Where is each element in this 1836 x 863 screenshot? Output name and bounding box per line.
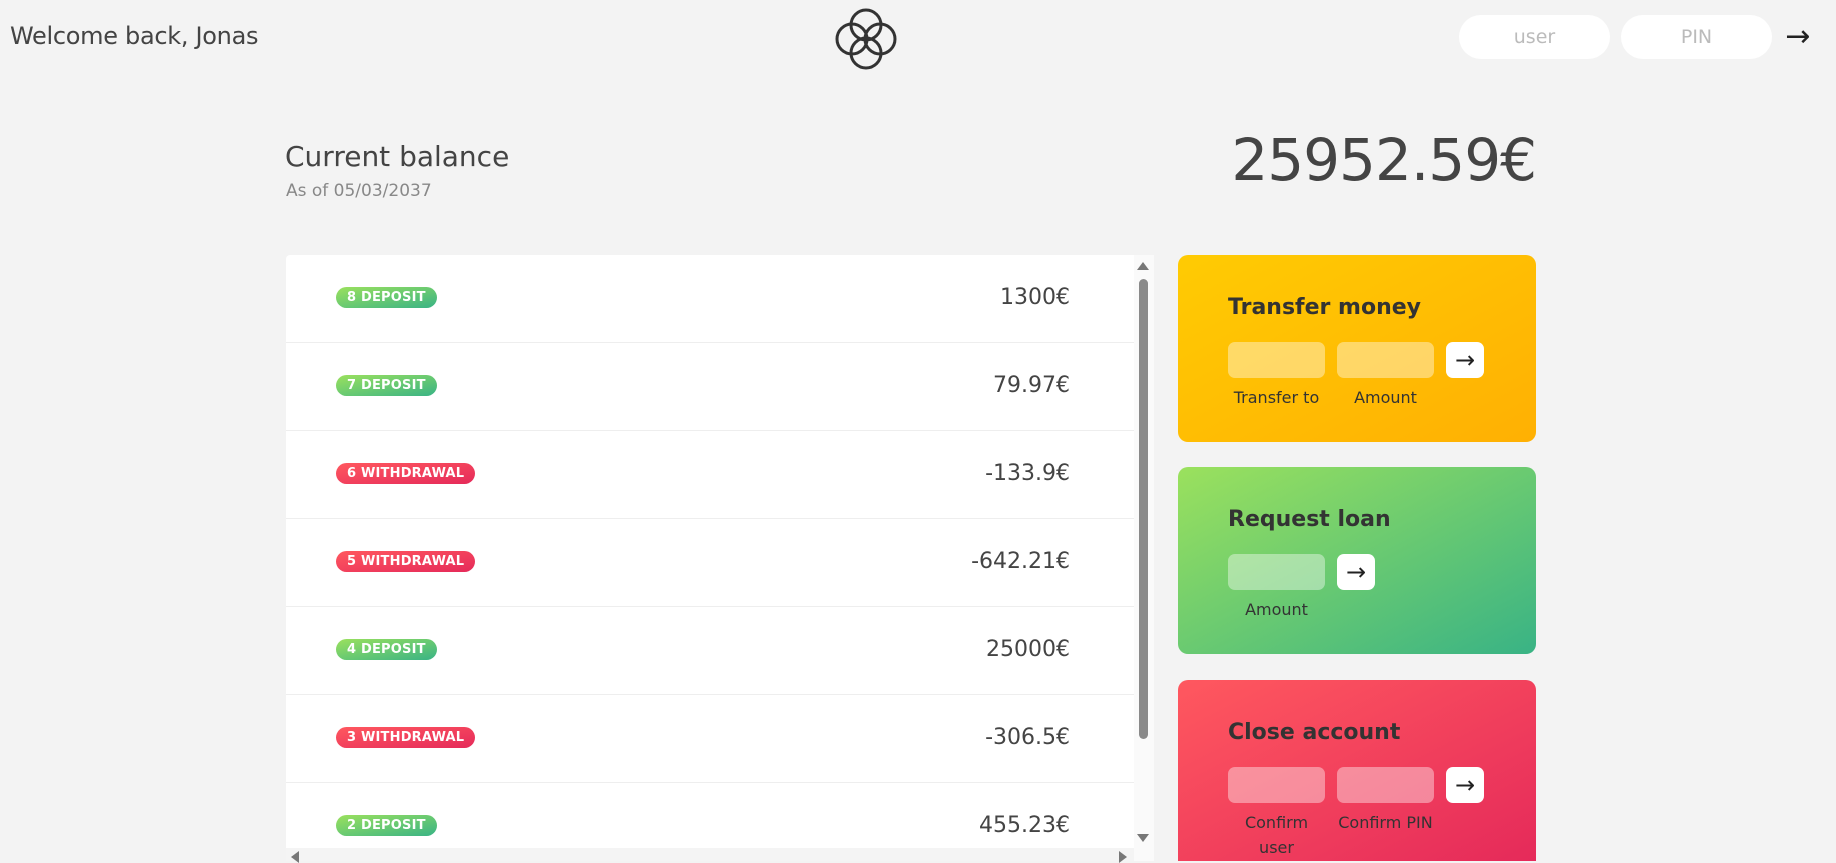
movement-value: 455.23€	[979, 813, 1070, 838]
top-nav: Welcome back, Jonas →	[0, 0, 1836, 74]
request-loan-title: Request loan	[1228, 507, 1391, 532]
close-account-title: Close account	[1228, 720, 1401, 745]
login-arrow-button[interactable]: →	[1780, 20, 1816, 54]
vertical-scrollbar-thumb[interactable]	[1139, 279, 1148, 739]
movement-type-badge: 8 deposit	[336, 287, 437, 308]
movement-type-badge: 2 deposit	[336, 815, 437, 836]
movement-row: 6 withdrawal -133.9€	[286, 431, 1134, 519]
transfer-amount-input[interactable]	[1337, 342, 1434, 378]
close-pin-input[interactable]	[1337, 767, 1434, 803]
movement-value: -133.9€	[985, 461, 1070, 486]
movement-row: 4 deposit 25000€	[286, 607, 1134, 695]
movement-type-badge: 4 deposit	[336, 639, 437, 660]
movement-value: 1300€	[1000, 285, 1070, 310]
horizontal-scrollbar[interactable]	[286, 848, 1134, 861]
movement-type-badge: 3 withdrawal	[336, 727, 476, 748]
scroll-down-arrow-icon[interactable]	[1137, 834, 1149, 842]
movement-value: -306.5€	[985, 725, 1070, 750]
close-user-label: Confirm user	[1244, 813, 1309, 857]
movements-rows: 8 deposit 1300€ 7 deposit 79.97€ 6 withdrawa…	[286, 255, 1134, 861]
movement-row: 3 withdrawal -306.5€	[286, 695, 1134, 783]
scroll-right-arrow-icon[interactable]	[1119, 851, 1127, 863]
movement-type-badge: 5 withdrawal	[336, 551, 476, 572]
loan-amount-label: Amount	[1245, 600, 1308, 619]
welcome-message: Welcome back, Jonas	[10, 22, 259, 50]
scroll-left-arrow-icon[interactable]	[291, 851, 299, 863]
four-circles-logo-icon	[835, 8, 897, 70]
movements-list: 8 deposit 1300€ 7 deposit 79.97€ 6 withdrawa…	[286, 255, 1154, 861]
close-pin-label: Confirm PIN	[1338, 813, 1433, 832]
transfer-submit-button[interactable]: →	[1446, 342, 1484, 378]
balance-value: 25952.59€	[1231, 126, 1537, 194]
login-user-input[interactable]	[1459, 15, 1610, 59]
transfer-to-input[interactable]	[1228, 342, 1325, 378]
movement-value: 25000€	[986, 637, 1070, 662]
loan-submit-button[interactable]: →	[1337, 554, 1375, 590]
balance-date: As of 05/03/2037	[286, 181, 432, 201]
movement-row: 7 deposit 79.97€	[286, 343, 1134, 431]
close-user-input[interactable]	[1228, 767, 1325, 803]
loan-amount-input[interactable]	[1228, 554, 1325, 590]
transfer-money-title: Transfer money	[1228, 295, 1422, 320]
close-account-panel: Close account → Confirm user Confirm PIN	[1178, 680, 1536, 861]
movement-type-badge: 7 deposit	[336, 375, 437, 396]
movement-type-badge: 6 withdrawal	[336, 463, 476, 484]
movement-row: 8 deposit 1300€	[286, 255, 1134, 343]
movement-row: 5 withdrawal -642.21€	[286, 519, 1134, 607]
transfer-money-panel: Transfer money → Transfer to Amount	[1178, 255, 1536, 442]
login-pin-input[interactable]	[1621, 15, 1772, 59]
balance-label: Current balance	[285, 140, 510, 173]
close-submit-button[interactable]: →	[1446, 767, 1484, 803]
transfer-amount-label: Amount	[1354, 388, 1417, 407]
movement-value: -642.21€	[971, 549, 1070, 574]
transfer-to-label: Transfer to	[1233, 388, 1320, 407]
scroll-up-arrow-icon[interactable]	[1137, 262, 1149, 270]
movement-value: 79.97€	[993, 373, 1070, 398]
request-loan-panel: Request loan → Amount	[1178, 467, 1536, 654]
